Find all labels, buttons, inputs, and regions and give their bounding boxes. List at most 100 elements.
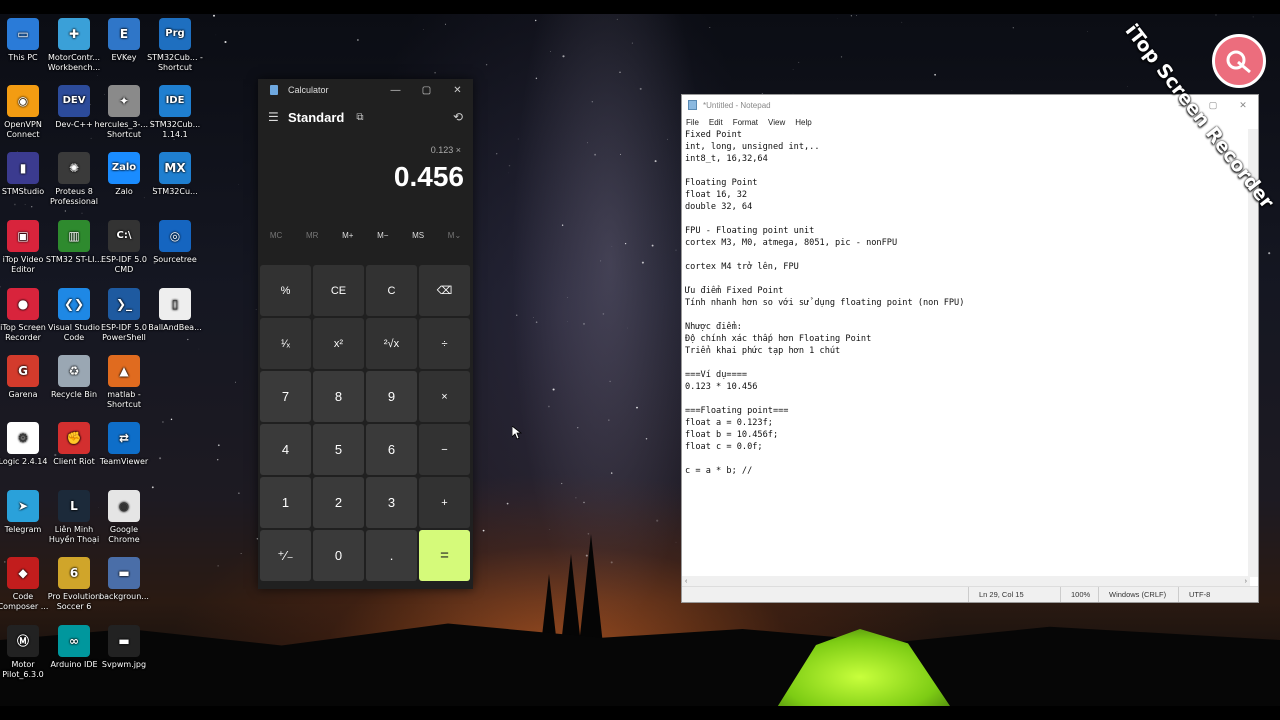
app-icon: ▬ [108,625,140,657]
desktop-icon[interactable]: ▬ backgroun... [94,557,154,602]
desktop-icon-label: TeamViewer [99,457,149,466]
text-line [685,357,1248,369]
keep-on-top-icon[interactable]: ⧉ [356,112,363,123]
horizontal-scrollbar[interactable]: ‹ › [682,576,1250,586]
calculator-titlebar[interactable]: Calculator — ▢ ✕ [258,79,473,101]
app-icon: ▬ [108,557,140,589]
menu-item-view[interactable]: View [768,118,785,127]
text-line [685,309,1248,321]
calc-key[interactable]: + [419,477,470,528]
app-icon: ➤ [7,490,39,522]
text-line: cortex M4 trở lên, FPU [685,262,799,272]
app-icon: G [7,355,39,387]
calc-key[interactable]: 0 [313,530,364,581]
text-line: float c = 0.0f; [685,442,763,452]
calc-key[interactable]: x² [313,318,364,369]
window-controls: — ▢ ✕ [380,85,473,96]
calc-key[interactable]: ⁺∕₋ [260,530,311,581]
desktop-icon[interactable]: IDE STM32Cub... 1.14.1 [145,85,205,140]
memory-button[interactable]: M+ [342,231,353,240]
calc-key[interactable]: 3 [366,477,417,528]
app-icon: ◆ [7,557,39,589]
calc-key[interactable]: − [419,424,470,475]
calculator-window[interactable]: Calculator — ▢ ✕ ☰ Standard ⧉ ⟲ 0.123 × … [258,79,473,589]
scroll-left-icon[interactable]: ‹ [685,578,687,585]
app-icon: ❮❯ [58,288,90,320]
desktop-icon[interactable]: ▯ BallAndBea... [145,288,205,333]
app-icon: IDE [159,85,191,117]
menu-item-format[interactable]: Format [733,118,758,127]
desktop-icon[interactable]: ◉ Google Chrome [94,490,154,545]
desktop-icon[interactable]: ⇄ TeamViewer [94,422,154,467]
menu-item-edit[interactable]: Edit [709,118,723,127]
text-line: Triển khai phức tạp hơn 1 chút [685,346,841,356]
memory-row: MC MR M+ M− MS M⌄ [258,225,473,245]
calc-key[interactable]: % [260,265,311,316]
notepad-title: *Untitled - Notepad [703,100,771,110]
calc-key[interactable]: CE [313,265,364,316]
app-icon: ▯ [159,288,191,320]
calc-key[interactable]: 5 [313,424,364,475]
close-icon[interactable]: ✕ [442,85,473,96]
menu-item-file[interactable]: File [686,118,699,127]
close-icon[interactable]: ✕ [1228,100,1258,111]
calc-key[interactable]: 8 [313,371,364,422]
app-icon: ⇄ [108,422,140,454]
maximize-icon[interactable]: ▢ [411,85,442,96]
desktop-icon[interactable]: ◎ Sourcetree [145,220,205,265]
text-line [685,453,1248,465]
calc-key[interactable]: 9 [366,371,417,422]
recorder-logo-icon [1212,34,1266,88]
calc-key[interactable]: 1 [260,477,311,528]
desktop-icon[interactable]: ▬ Svpwm.jpg [94,625,154,670]
desktop-icon-label: backgroun... [99,592,149,601]
text-line: float a = 0.123f; [685,418,773,428]
calculator-header: ☰ Standard ⧉ ⟲ [258,101,473,133]
app-icon: ✚ [58,18,90,50]
minimize-icon[interactable]: — [380,85,411,96]
calc-key[interactable]: C [366,265,417,316]
scroll-right-icon[interactable]: › [1245,578,1247,585]
mouse-cursor-icon [512,426,522,440]
memory-button[interactable]: MS [412,231,424,240]
calc-key[interactable]: 6 [366,424,417,475]
calc-key[interactable]: 7 [260,371,311,422]
memory-button[interactable]: MC [270,231,282,240]
calc-key[interactable]: ÷ [419,318,470,369]
calc-key[interactable]: × [419,371,470,422]
calc-key[interactable]: 2 [313,477,364,528]
calc-key[interactable]: ¹⁄ₓ [260,318,311,369]
menu-item-help[interactable]: Help [795,118,811,127]
memory-button[interactable]: M− [377,231,388,240]
app-icon: C:\ [108,220,140,252]
text-line: Nhược điểm: [685,322,742,332]
desktop-icon[interactable]: Prg STM32Cub... - Shortcut [145,18,205,73]
desktop-icon-label: matlab - Shortcut [106,390,142,409]
app-icon: ▲ [108,355,140,387]
calc-key[interactable]: ²√x [366,318,417,369]
app-icon: MX [159,152,191,184]
memory-button[interactable]: MR [306,231,318,240]
text-line: ===Floating point=== [685,406,789,416]
calc-key[interactable]: . [366,530,417,581]
text-line: 0.123 * 10.456 [685,382,758,392]
hill-silhouette [0,623,1280,706]
desktop-icon[interactable]: ▲ matlab - Shortcut [94,355,154,410]
desktop-icon-label: Sourcetree [153,255,197,264]
text-line [685,393,1248,405]
app-icon: ◉ [108,490,140,522]
memory-button[interactable]: M⌄ [448,231,461,240]
calc-key[interactable]: ⌫ [419,265,470,316]
hamburger-menu-icon[interactable]: ☰ [268,110,288,124]
text-line: Tính nhanh hơn so với sử dụng floating p… [685,298,965,308]
calc-key[interactable]: 4 [260,424,311,475]
desktop-icon[interactable]: MX STM32Cu... [145,152,205,197]
history-icon[interactable]: ⟲ [453,110,463,124]
app-icon: ▭ [7,18,39,50]
notepad-statusbar: Ln 29, Col 15 100% Windows (CRLF) UTF-8 [682,586,1258,602]
app-icon: ✺ [58,152,90,184]
app-icon: E [108,18,140,50]
calc-key[interactable]: = [419,530,470,581]
desktop-icon-label: Google Chrome [108,525,140,544]
calculator-mode: Standard [288,109,345,125]
